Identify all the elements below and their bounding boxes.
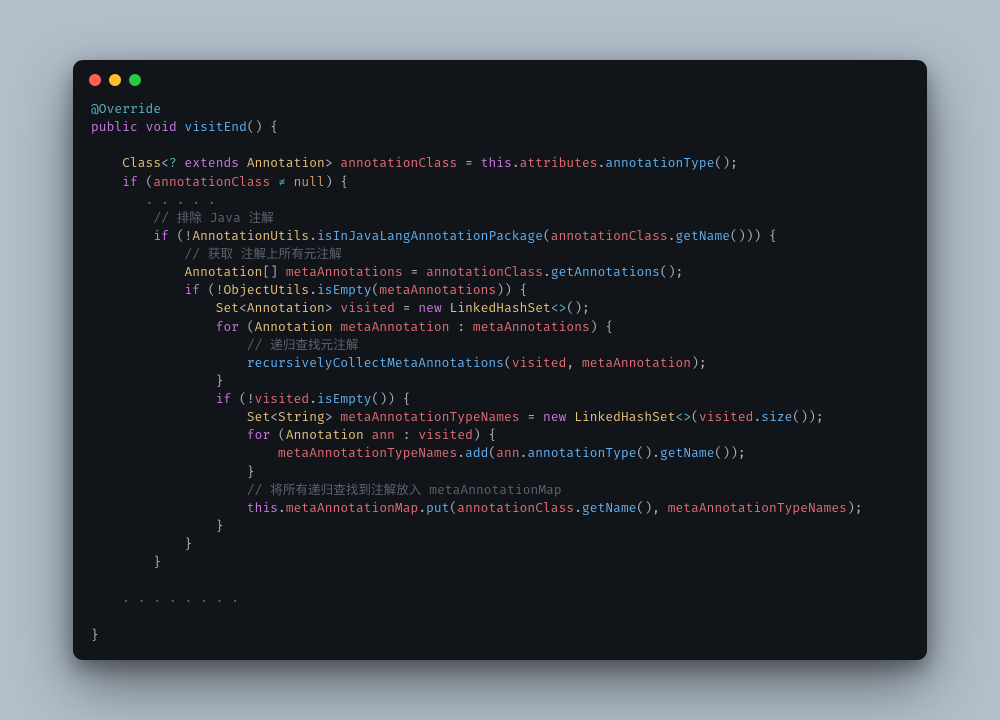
method-annotationtype-2: annotationType: [527, 445, 636, 461]
var-matn-arg: metaAnnotationTypeNames: [668, 500, 847, 516]
kw-extends: extends: [185, 155, 240, 171]
kw-null: null: [294, 174, 325, 190]
type-class: Class: [122, 155, 161, 171]
var-visited-ref: visited: [255, 391, 310, 407]
method-visitend: visitEnd: [185, 119, 247, 135]
type-linkedhashset: LinkedHashSet: [450, 300, 551, 316]
method-annotationtype: annotationType: [605, 155, 714, 171]
op-neq: ≠: [278, 174, 286, 190]
var-metaannotations: metaAnnotations: [286, 264, 403, 280]
method-add: add: [465, 445, 488, 461]
var-metaannotation: metaAnnotation: [340, 319, 449, 335]
type-linkedhashset-2: LinkedHashSet: [574, 409, 675, 425]
var-visited-ref2: visited: [699, 409, 754, 425]
maximize-icon[interactable]: [129, 74, 141, 86]
kw-this: this: [481, 155, 512, 171]
method-getname: getName: [675, 228, 730, 244]
method-getname-3: getName: [582, 500, 637, 516]
op-diamond-2: <>: [676, 409, 692, 425]
comment-exclude-java: // 排除 Java 注解: [153, 210, 274, 226]
prop-attributes: attributes: [520, 155, 598, 171]
kw-void: void: [146, 119, 177, 135]
var-metaannotations-ref: metaAnnotations: [379, 282, 496, 298]
kw-this-2: this: [247, 500, 278, 516]
method-recursivelycollect: recursivelyCollectMetaAnnotations: [247, 355, 504, 371]
type-annotation-it2: Annotation: [286, 427, 364, 443]
var-annotationclass-ref: annotationClass: [153, 174, 270, 190]
var-ann-ref: ann: [496, 445, 519, 461]
method-isempty: isEmpty: [317, 282, 372, 298]
type-string: String: [278, 409, 325, 425]
type-annotationutils: AnnotationUtils: [192, 228, 309, 244]
var-matn-ref: metaAnnotationTypeNames: [278, 445, 457, 461]
method-size: size: [761, 409, 792, 425]
type-annotation-it: Annotation: [255, 319, 333, 335]
kw-new-2: new: [543, 409, 566, 425]
kw-public: public: [91, 119, 138, 135]
var-annotationclass: annotationClass: [340, 155, 457, 171]
code-window: @Override public void visitEnd() { Class…: [73, 60, 927, 660]
comment-put-all-found: // 将所有递归查找到注解放入 metaAnnotationMap: [247, 482, 562, 498]
kw-if-4: if: [216, 391, 232, 407]
method-put: put: [426, 500, 449, 516]
type-annotation: Annotation: [247, 155, 325, 171]
var-metaannotations-it: metaAnnotations: [473, 319, 590, 335]
type-set: Set: [216, 300, 239, 316]
kw-new: new: [418, 300, 441, 316]
minimize-icon[interactable]: [109, 74, 121, 86]
close-icon[interactable]: [89, 74, 101, 86]
var-visited-arg: visited: [512, 355, 567, 371]
var-annotationclass-ref4: annotationClass: [457, 500, 574, 516]
type-annotation-arr: Annotation: [185, 264, 263, 280]
kw-if-2: if: [153, 228, 169, 244]
kw-for-2: for: [247, 427, 270, 443]
kw-if: if: [122, 174, 138, 190]
var-annotationclass-ref3: annotationClass: [426, 264, 543, 280]
var-ann: ann: [372, 427, 395, 443]
ellipsis: . . . . .: [146, 192, 216, 208]
type-set-2: Set: [247, 409, 270, 425]
method-getname-2: getName: [660, 445, 715, 461]
prop-metaannotationmap: metaAnnotationMap: [286, 500, 418, 516]
method-getannotations: getAnnotations: [551, 264, 660, 280]
kw-for: for: [216, 319, 239, 335]
window-titlebar: [73, 60, 927, 100]
var-annotationclass-ref2: annotationClass: [551, 228, 668, 244]
ellipsis-2: . . . . . . . .: [122, 590, 239, 606]
var-visited-it: visited: [418, 427, 473, 443]
type-objectutils: ObjectUtils: [224, 282, 310, 298]
type-annotation-gen: Annotation: [247, 300, 325, 316]
var-metaannotation-arg: metaAnnotation: [582, 355, 691, 371]
comment-get-all-meta: // 获取 注解上所有元注解: [185, 246, 342, 262]
kw-if-3: if: [185, 282, 201, 298]
var-visited: visited: [340, 300, 395, 316]
annotation-override: @Override: [91, 101, 161, 117]
var-metaannotationtypenames: metaAnnotationTypeNames: [340, 409, 519, 425]
comment-recurse-meta: // 递归查找元注解: [247, 337, 359, 353]
method-isempty-2: isEmpty: [317, 391, 372, 407]
code-block: @Override public void visitEnd() { Class…: [73, 100, 927, 662]
op-diamond: <>: [551, 300, 567, 316]
method-isinjavalang: isInJavaLangAnnotationPackage: [317, 228, 543, 244]
